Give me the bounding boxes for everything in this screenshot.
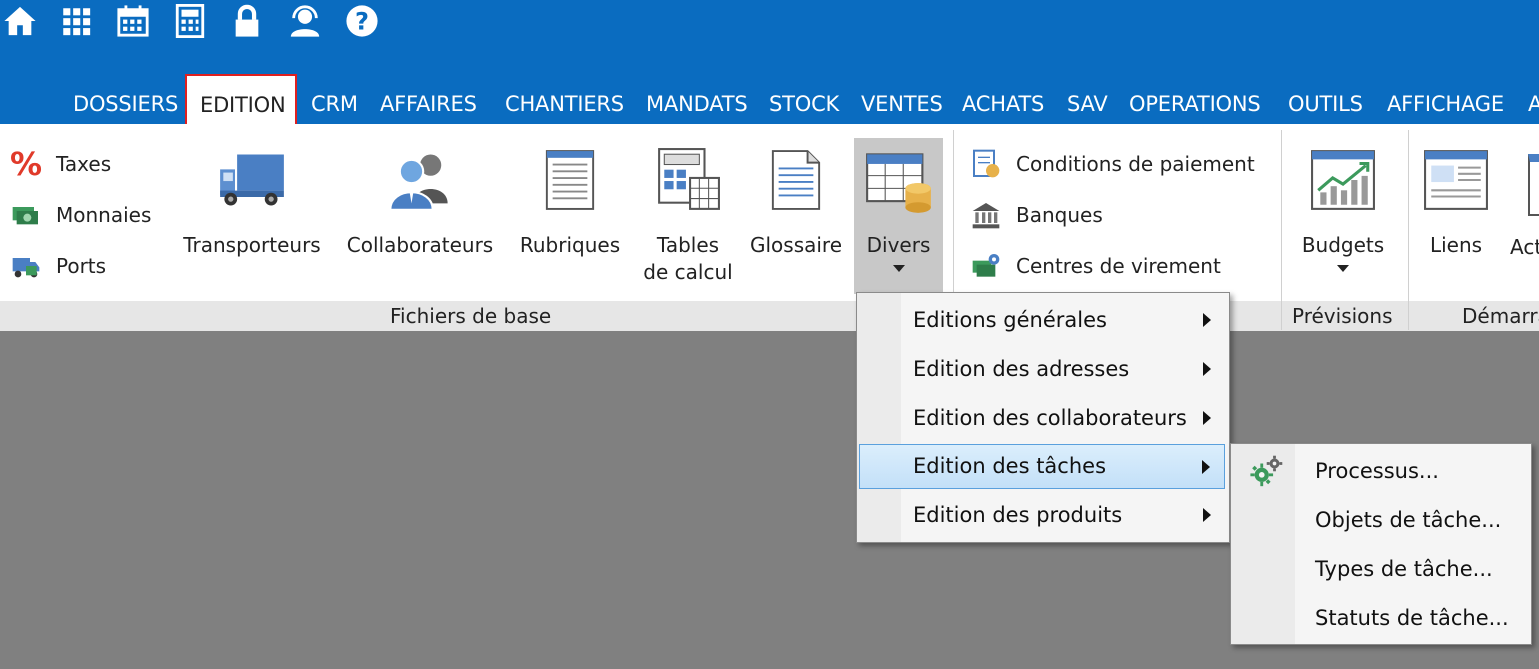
calc-table-icon — [652, 140, 724, 220]
support-agent-icon[interactable] — [287, 3, 323, 39]
menu-item-statuts-de-tache[interactable]: Statuts de tâche... — [1233, 596, 1527, 641]
taxes-button[interactable]: % Taxes — [8, 144, 111, 184]
act-button[interactable]: Act — [1508, 140, 1539, 290]
apps-grid-icon[interactable] — [58, 3, 94, 39]
menu-item-objets-de-tache[interactable]: Objets de tâche... — [1233, 498, 1527, 543]
group-separator — [1281, 130, 1282, 330]
calculator-icon[interactable] — [172, 3, 208, 39]
menu-item-edition-des-produits[interactable]: Edition des produits — [859, 493, 1225, 538]
tab-overflow[interactable]: A — [1528, 88, 1539, 120]
group-separator — [1408, 130, 1409, 330]
divers-dropdown-menu: Editions générales Edition des adresses … — [856, 292, 1230, 543]
chevron-down-icon — [1337, 265, 1349, 272]
rubriques-button[interactable]: Rubriques — [517, 140, 623, 259]
transporteurs-button[interactable]: Transporteurs — [180, 140, 324, 259]
submenu-arrow-icon — [1203, 411, 1211, 425]
payment-terms-icon — [968, 146, 1004, 182]
budgets-button[interactable]: Budgets — [1295, 140, 1391, 272]
menu-item-edition-des-collaborateurs[interactable]: Edition des collaborateurs — [859, 396, 1225, 441]
tab-chantiers[interactable]: CHANTIERS — [505, 88, 624, 120]
lock-icon[interactable] — [229, 3, 265, 39]
tab-sav[interactable]: SAV — [1067, 88, 1108, 120]
home-icon[interactable] — [2, 3, 38, 39]
submenu-arrow-icon — [1203, 362, 1211, 376]
group-label-fichiers-de-base: Fichiers de base — [390, 304, 552, 328]
tab-stock[interactable]: STOCK — [769, 88, 839, 120]
glossaire-button[interactable]: Glossaire — [748, 140, 844, 259]
links-window-icon — [1420, 140, 1492, 220]
tab-achats[interactable]: ACHATS — [962, 88, 1044, 120]
chevron-down-icon — [892, 265, 905, 272]
submenu-arrow-icon — [1202, 460, 1210, 474]
taches-submenu: Processus... Objets de tâche... Types de… — [1230, 443, 1532, 645]
gears-icon — [1249, 455, 1283, 489]
submenu-arrow-icon — [1203, 508, 1211, 522]
menu-item-editions-generales[interactable]: Editions générales — [859, 298, 1225, 343]
divers-button[interactable]: Divers — [854, 138, 943, 294]
list-document-icon — [534, 140, 606, 220]
bank-icon — [968, 197, 1004, 233]
conditions-de-paiement-button[interactable]: Conditions de paiement — [968, 144, 1255, 184]
tab-outils[interactable]: OUTILS — [1288, 88, 1363, 120]
delivery-truck-icon — [8, 248, 44, 284]
users-icon — [384, 140, 456, 220]
action-window-icon — [1528, 154, 1539, 216]
percent-icon: % — [9, 145, 43, 183]
table-database-icon — [863, 142, 935, 222]
tab-affaires[interactable]: AFFAIRES — [380, 88, 477, 120]
menu-item-processus[interactable]: Processus... — [1233, 449, 1527, 494]
monnaies-button[interactable]: Monnaies — [8, 195, 151, 235]
glossary-document-icon — [760, 140, 832, 220]
ports-button[interactable]: Ports — [8, 246, 106, 286]
group-label-previsions: Prévisions — [1292, 304, 1393, 328]
collaborateurs-button[interactable]: Collaborateurs — [345, 140, 495, 259]
banques-button[interactable]: Banques — [968, 195, 1103, 235]
tab-ventes[interactable]: VENTES — [861, 88, 943, 120]
svg-text:?: ? — [355, 8, 369, 36]
submenu-arrow-icon — [1203, 313, 1211, 327]
chart-growth-icon — [1307, 140, 1379, 220]
centres-de-virement-button[interactable]: Centres de virement — [968, 246, 1221, 286]
menu-item-types-de-tache[interactable]: Types de tâche... — [1233, 547, 1527, 592]
tab-dossiers[interactable]: DOSSIERS — [73, 88, 178, 120]
tab-affichage[interactable]: AFFICHAGE — [1387, 88, 1504, 120]
calendar-icon[interactable] — [115, 3, 151, 39]
menu-item-edition-des-taches[interactable]: Edition des tâches — [859, 444, 1225, 489]
group-label-demarrage: Démarra — [1462, 304, 1539, 328]
tab-crm[interactable]: CRM — [311, 88, 358, 120]
money-icon — [8, 197, 44, 233]
tab-operations[interactable]: OPERATIONS — [1129, 88, 1261, 120]
tab-edition[interactable]: EDITION — [185, 74, 297, 130]
tables-de-calcul-button[interactable]: Tables de calcul — [640, 140, 736, 286]
truck-icon — [216, 140, 288, 220]
liens-button[interactable]: Liens — [1418, 140, 1494, 259]
menu-item-edition-des-adresses[interactable]: Edition des adresses — [859, 347, 1225, 392]
tab-mandats[interactable]: MANDATS — [646, 88, 748, 120]
transfer-center-icon — [968, 248, 1004, 284]
help-icon[interactable]: ? — [344, 3, 380, 39]
